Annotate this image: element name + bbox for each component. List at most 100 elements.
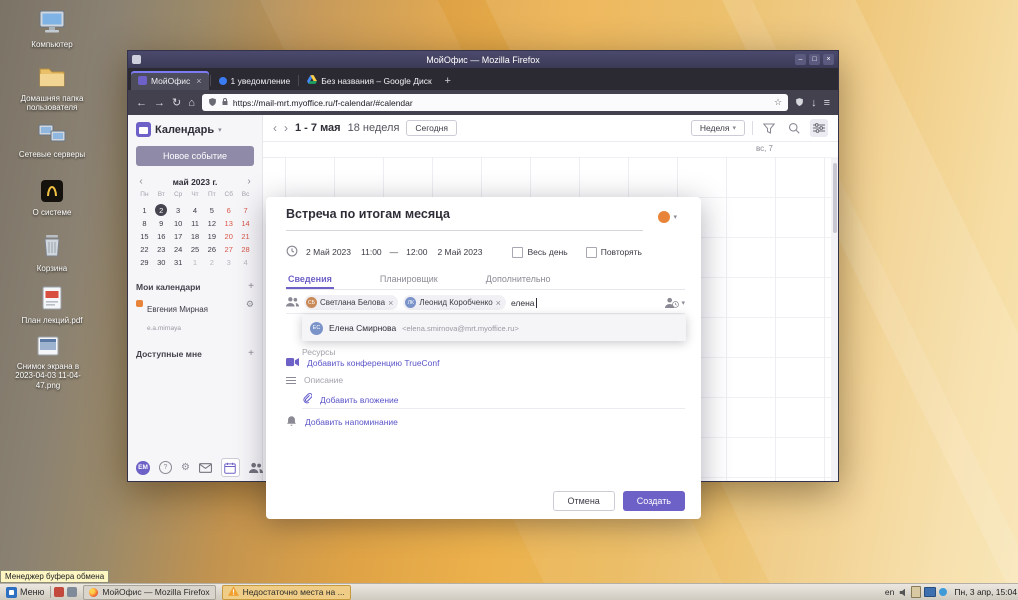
show-desktop-icon[interactable]	[67, 587, 77, 597]
day-header-sunday[interactable]: вс, 7	[756, 144, 773, 153]
help-icon[interactable]	[159, 461, 172, 474]
desktop-icon-computer[interactable]: Компьютер	[12, 10, 92, 49]
tab-advanced[interactable]: Дополнительно	[484, 269, 553, 289]
add-calendar-button[interactable]	[248, 281, 254, 292]
add-attachment-link[interactable]: Добавить вложение	[320, 395, 399, 405]
mini-day[interactable]: 12	[206, 217, 218, 229]
back-button[interactable]	[136, 97, 147, 109]
add-shared-calendar-button[interactable]	[248, 348, 254, 359]
mini-day[interactable]: 11	[189, 217, 201, 229]
tab-myoffice[interactable]: МойОфис ×	[131, 71, 209, 90]
mini-day[interactable]: 1	[138, 204, 150, 216]
mini-day[interactable]: 27	[223, 243, 235, 255]
availability-icon[interactable]	[665, 297, 685, 308]
mini-day[interactable]: 30	[155, 256, 167, 268]
remove-participant-icon[interactable]: ×	[388, 298, 393, 308]
mini-day[interactable]: 5	[206, 204, 218, 216]
next-week-button[interactable]	[284, 121, 288, 135]
start-date-field[interactable]: 2 Май 2023	[304, 246, 353, 258]
user-avatar[interactable]: ЕМ	[136, 461, 150, 475]
remove-participant-icon[interactable]: ×	[496, 298, 501, 308]
mini-day[interactable]: 13	[223, 217, 235, 229]
end-time-field[interactable]: 12:00	[404, 246, 429, 258]
all-day-checkbox[interactable]: Весь день	[512, 247, 567, 258]
cancel-button[interactable]: Отмена	[553, 491, 615, 511]
participant-chip[interactable]: СБ Светлана Белова ×	[304, 295, 398, 310]
clipboard-tray-icon[interactable]	[911, 586, 921, 598]
mini-day[interactable]: 19	[206, 230, 218, 242]
tab-notification[interactable]: 1 уведомление	[212, 71, 298, 90]
contacts-app-icon[interactable]	[249, 462, 263, 473]
today-button[interactable]: Сегодня	[406, 120, 457, 136]
quick-launch-icon[interactable]	[54, 587, 64, 597]
url-bar[interactable]: https://mail-mrt.myoffice.ru/f-calendar/…	[202, 94, 788, 111]
filter-icon[interactable]	[760, 119, 778, 137]
mini-day[interactable]: 26	[206, 243, 218, 255]
mini-day[interactable]: 4	[240, 256, 252, 268]
mini-day[interactable]: 23	[155, 243, 167, 255]
desktop-icon-network[interactable]: Сетевые серверы	[12, 124, 92, 159]
hamburger-menu-icon[interactable]	[824, 97, 830, 109]
network-tray-icon[interactable]	[924, 587, 936, 597]
task-firefox[interactable]: МойОфис — Mozilla Firefox	[83, 585, 215, 600]
calendar-app-icon[interactable]	[221, 458, 240, 477]
mini-day[interactable]: 4	[189, 204, 201, 216]
desktop-icon-screenshot-file[interactable]: Снимок экрана в 2023-04-03 11-04-47.png	[8, 336, 88, 390]
mini-day[interactable]: 22	[138, 243, 150, 255]
prev-month-button[interactable]	[136, 176, 146, 187]
keyboard-layout-indicator[interactable]: en	[883, 587, 896, 597]
new-event-button[interactable]: Новое событие	[136, 146, 254, 166]
view-select[interactable]: Неделя	[691, 120, 745, 136]
description-field[interactable]: Описание	[304, 375, 343, 385]
taskbar-clock[interactable]: Пн, 3 апр, 15:04	[950, 587, 1018, 597]
participants-field[interactable]: СБ Светлана Белова × ЛК Леонид Коробченк…	[286, 292, 685, 314]
event-title-input[interactable]: Встреча по итогам месяца	[286, 207, 643, 231]
create-button[interactable]: Создать	[623, 491, 685, 511]
reload-button[interactable]	[172, 96, 181, 109]
mini-day[interactable]: 31	[172, 256, 184, 268]
shield-icon[interactable]	[208, 97, 217, 109]
tab-close-icon[interactable]: ×	[196, 76, 201, 86]
mini-day[interactable]: 8	[138, 217, 150, 229]
end-date-field[interactable]: 2 Май 2023	[435, 246, 484, 258]
settings-sliders-icon[interactable]	[810, 119, 828, 137]
prev-week-button[interactable]	[273, 121, 277, 135]
desktop-icon-trash[interactable]: Корзина	[12, 234, 92, 273]
close-button[interactable]	[823, 54, 834, 65]
mini-day[interactable]: 29	[138, 256, 150, 268]
updates-tray-icon[interactable]	[939, 588, 947, 596]
start-time-field[interactable]: 11:00	[359, 246, 384, 258]
mini-day[interactable]: 6	[223, 204, 235, 216]
minimize-button[interactable]	[795, 54, 806, 65]
shield-permissions-icon[interactable]	[795, 94, 804, 112]
menu-button[interactable]: Меню	[3, 587, 47, 598]
task-disk-warning[interactable]: Недостаточно места на ...	[222, 585, 351, 600]
maximize-button[interactable]	[809, 54, 820, 65]
forward-button[interactable]	[154, 97, 165, 109]
mini-day[interactable]: 3	[172, 204, 184, 216]
lock-icon[interactable]	[221, 97, 229, 108]
mail-app-icon[interactable]	[199, 463, 212, 473]
desktop-icon-about-system[interactable]: О системе	[12, 180, 92, 217]
desktop-icon-home-folder[interactable]: Домашняя папка пользователя	[12, 66, 92, 113]
mini-day[interactable]: 10	[172, 217, 184, 229]
mini-day[interactable]: 2	[206, 256, 218, 268]
mini-day[interactable]: 7	[240, 204, 252, 216]
mini-day[interactable]: 1	[189, 256, 201, 268]
bookmark-star-icon[interactable]	[774, 97, 782, 108]
search-icon[interactable]	[785, 119, 803, 137]
tab-scheduler[interactable]: Планировщик	[378, 269, 440, 289]
add-conference-link[interactable]: Добавить конференцию TrueConf	[307, 358, 440, 368]
tab-details[interactable]: Сведения	[286, 269, 334, 289]
add-reminder-link[interactable]: Добавить напоминание	[305, 417, 398, 427]
home-button[interactable]	[188, 97, 195, 109]
window-titlebar[interactable]: МойОфис — Mozilla Firefox	[128, 51, 838, 68]
mini-day[interactable]: 18	[189, 230, 201, 242]
mini-day[interactable]: 3	[223, 256, 235, 268]
mini-day[interactable]: 17	[172, 230, 184, 242]
mini-day[interactable]: 9	[155, 217, 167, 229]
suggestion-item[interactable]: ЕС Елена Смирнова <elena.smirnova@mrt.my…	[302, 315, 686, 341]
mini-day[interactable]: 24	[172, 243, 184, 255]
new-tab-button[interactable]	[439, 71, 457, 90]
app-switcher[interactable]: Календарь	[136, 122, 254, 137]
